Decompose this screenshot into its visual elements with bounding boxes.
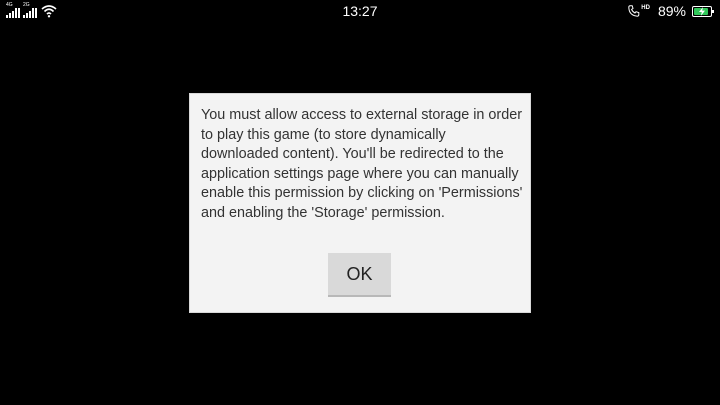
charging-bolt-icon <box>699 6 705 16</box>
battery-icon <box>692 5 714 17</box>
ok-button[interactable]: OK <box>328 253 391 297</box>
status-right-icons: HD 89% <box>628 3 714 19</box>
dialog-message: You must allow access to external storag… <box>201 107 523 221</box>
status-time: 13:27 <box>342 3 378 19</box>
status-bar: 4G 2G 13:27 HD 89% <box>0 0 720 22</box>
battery-tip <box>712 9 714 13</box>
hd-voice-label: HD <box>641 4 650 11</box>
battery-percent: 89% <box>657 3 686 19</box>
storage-permission-dialog: You must allow access to external storag… <box>189 93 531 313</box>
app-screen: 4G 2G 13:27 HD 89% You must allow access… <box>0 0 720 405</box>
call-icon <box>628 5 640 17</box>
